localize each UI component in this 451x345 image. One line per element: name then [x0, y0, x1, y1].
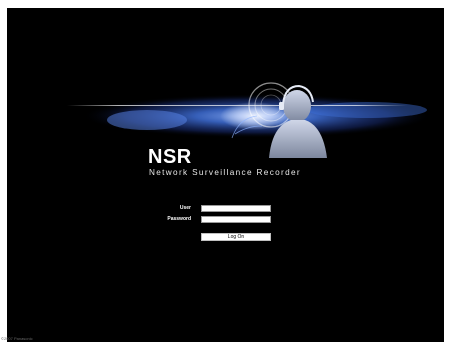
user-input[interactable]: [201, 205, 271, 212]
password-label: Password: [167, 216, 191, 222]
login-screen: NSR Network Surveillance Recorder User P…: [7, 8, 444, 342]
log-on-button[interactable]: Log On: [201, 233, 271, 241]
password-input[interactable]: [201, 216, 271, 223]
banner-blue-band-right: [307, 102, 427, 118]
app-logo-title: NSR: [148, 146, 192, 168]
app-logo-subtitle: Network Surveillance Recorder: [149, 168, 301, 177]
banner-blue-band-left: [107, 110, 187, 130]
user-label: User: [179, 205, 191, 211]
copyright-text: ©2007 Panasonic: [1, 336, 33, 341]
